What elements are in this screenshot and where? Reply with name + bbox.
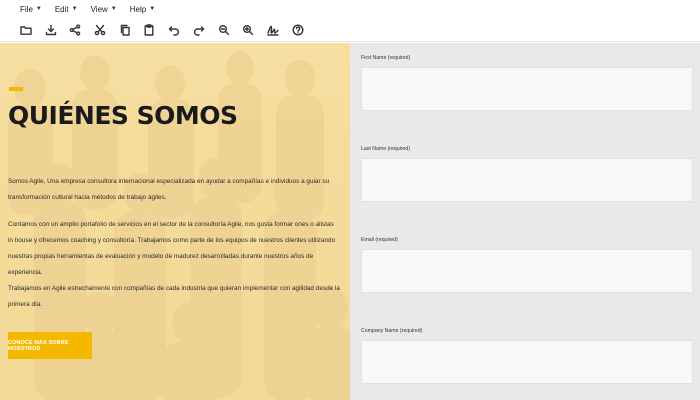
undo-icon[interactable] <box>166 22 182 38</box>
caret-down-icon: ▼ <box>35 6 42 12</box>
email-field[interactable] <box>361 249 693 293</box>
learn-more-button[interactable]: CONOCE MÁS SOBRE NOSOTROS <box>8 332 92 359</box>
menu-view[interactable]: View ▼ <box>91 5 117 14</box>
toolbar <box>0 18 700 42</box>
menu-file[interactable]: File ▼ <box>20 5 42 14</box>
menu-edit-label: Edit <box>54 4 69 14</box>
title-accent-bar <box>9 87 23 91</box>
about-us-hero: QUIÉNES SOMOS Somos Agile, Una empresa c… <box>0 43 350 400</box>
company-name-field[interactable] <box>361 340 693 384</box>
first-name-field[interactable] <box>361 67 693 111</box>
share-icon[interactable] <box>67 22 83 38</box>
menu-bar: File ▼ Edit ▼ View ▼ Help ▼ <box>0 0 700 18</box>
open-folder-icon[interactable] <box>18 22 34 38</box>
caret-down-icon: ▼ <box>71 6 78 12</box>
zoom-in-icon[interactable] <box>240 22 256 38</box>
contact-form: First Name (required) Last Name (require… <box>350 43 700 400</box>
caret-down-icon: ▼ <box>110 6 117 12</box>
redo-icon[interactable] <box>191 22 207 38</box>
download-icon[interactable] <box>43 22 59 38</box>
about-paragraph-3: Trabajamos en Agile estrechamente con co… <box>8 285 340 308</box>
menu-view-label: View <box>90 4 108 14</box>
email-label: Email (required) <box>361 237 398 243</box>
first-name-label: First Name (required) <box>361 55 411 61</box>
menu-edit[interactable]: Edit ▼ <box>55 5 78 14</box>
about-paragraph-1: Somos Agile, Una empresa consultora inte… <box>8 178 330 201</box>
about-paragraph-2: Contamos con un amplio portafolio de ser… <box>8 221 336 276</box>
last-name-field[interactable] <box>361 158 693 202</box>
page-title: QUIÉNES SOMOS <box>8 101 238 130</box>
cut-icon[interactable] <box>92 22 108 38</box>
menu-file-label: File <box>20 4 33 14</box>
copy-icon[interactable] <box>117 22 133 38</box>
menu-help[interactable]: Help ▼ <box>130 5 155 14</box>
caret-down-icon: ▼ <box>149 6 156 12</box>
zoom-out-icon[interactable] <box>216 22 232 38</box>
signature-icon[interactable] <box>265 22 281 38</box>
company-name-label: Company Name (required) <box>361 328 423 334</box>
paste-icon[interactable] <box>141 22 157 38</box>
last-name-label: Last Name (required) <box>361 146 411 152</box>
menu-help-label: Help <box>129 4 147 14</box>
help-icon[interactable] <box>290 22 306 38</box>
